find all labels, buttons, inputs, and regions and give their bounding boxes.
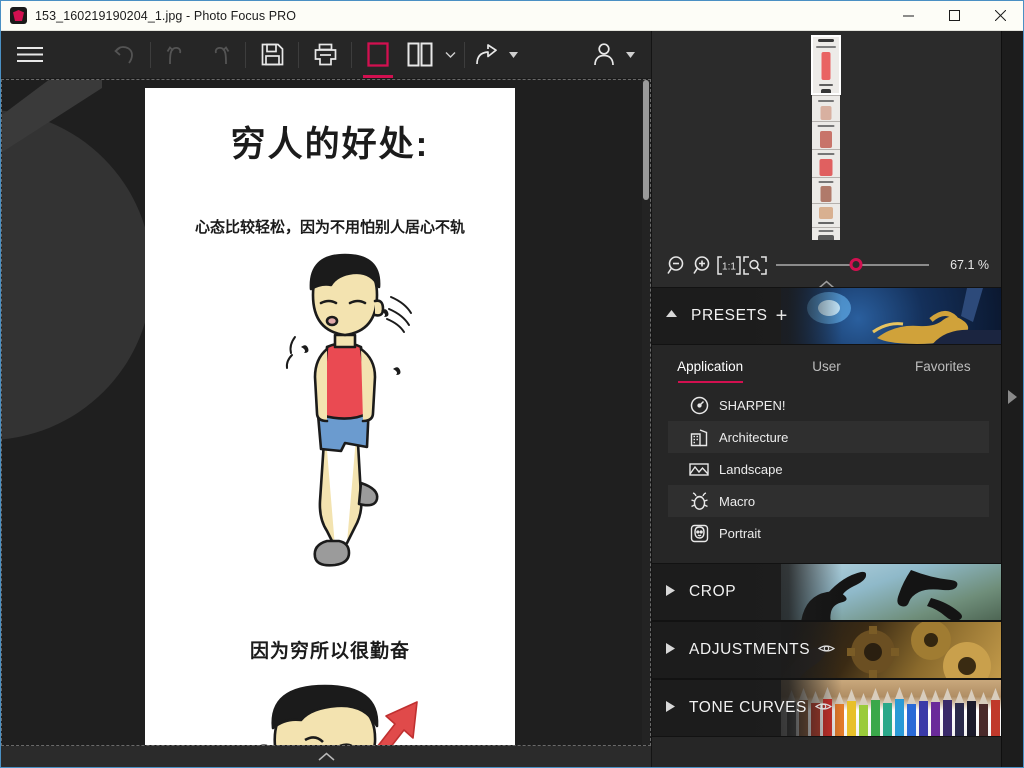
account-caret-icon[interactable] (621, 32, 639, 78)
presets-tabs: Application User Favorites (652, 345, 1001, 387)
zoom-control-bar: 1:1 67.1 % (652, 243, 1001, 289)
image-canvas[interactable]: 穷人的好处: 心态比较轻松，因为不用怕别人居心不轨 因为穷所以很勤奋 (1, 79, 651, 746)
photo-caption-2-text: 因为穷所以很勤奋 (249, 641, 410, 662)
preset-item-macro[interactable]: Macro (668, 485, 989, 517)
tab-user-label: User (812, 358, 841, 374)
title-bar: 153_160219190204_1.jpg - Photo Focus PRO (1, 1, 1023, 31)
zoom-level-value: 67.1 % (950, 258, 989, 272)
photo-illustration-boy (285, 253, 412, 567)
adjustments-section-header[interactable]: ADJUSTMENTS (652, 621, 1001, 679)
gauge-icon (688, 394, 710, 416)
tab-user[interactable]: User (768, 345, 884, 387)
redo-icon[interactable] (198, 32, 240, 78)
view-mode-dropdown[interactable] (441, 32, 459, 78)
tone-curves-section-label: TONE CURVES (689, 699, 807, 716)
eye-icon[interactable] (818, 641, 836, 659)
photo-title-text: 穷人的好处: (230, 125, 430, 164)
revert-icon[interactable] (103, 32, 145, 78)
preset-label: Landscape (719, 461, 783, 477)
tab-favorites-label: Favorites (915, 358, 971, 374)
window-controls (885, 1, 1023, 31)
toolbar-separator (351, 41, 352, 68)
adjustments-expander-icon[interactable] (666, 643, 675, 657)
toolbar-separator (245, 41, 246, 68)
maximize-button[interactable] (931, 1, 977, 31)
preset-label: SHARPEN! (719, 397, 786, 413)
crop-section-header[interactable]: CROP (652, 563, 1001, 621)
navigator-panel[interactable] (652, 31, 1001, 243)
presets-section-label: PRESETS (691, 307, 768, 324)
tab-favorites[interactable]: Favorites (885, 345, 1001, 387)
eye-icon[interactable] (814, 699, 833, 717)
photo-subtitle-text: 心态比较轻松，因为不用怕别人居心不轨 (194, 219, 465, 236)
single-view-icon[interactable] (357, 32, 399, 78)
canvas-backdrop-shape (2, 110, 152, 440)
zoom-slider-handle[interactable] (849, 258, 863, 271)
presets-expander-icon[interactable] (666, 310, 677, 322)
toolbar-separator (298, 41, 299, 68)
share-icon[interactable] (470, 32, 504, 78)
zoom-in-icon[interactable] (690, 252, 716, 278)
app-logo-icon (10, 7, 27, 24)
add-preset-icon[interactable]: + (776, 306, 788, 326)
preset-item-architecture[interactable]: Architecture (668, 421, 989, 453)
preset-label: Portrait (719, 525, 761, 541)
canvas-vertical-scrollbar[interactable] (642, 80, 650, 745)
close-button[interactable] (977, 1, 1023, 31)
scrollbar-thumb[interactable] (643, 80, 649, 200)
hamburger-menu-icon[interactable] (9, 32, 51, 78)
share-caret-icon[interactable] (504, 32, 522, 78)
zoom-out-icon[interactable] (664, 252, 690, 278)
mountains-icon (688, 458, 710, 480)
right-edge-expander[interactable] (1001, 31, 1023, 767)
split-view-icon[interactable] (399, 32, 441, 78)
presets-section-header[interactable]: PRESETS + (652, 287, 1001, 345)
crop-header-veil (652, 564, 842, 620)
preset-label: Architecture (719, 429, 789, 445)
bug-icon (688, 490, 710, 512)
right-panel: 1:1 67.1 % PRESETS + Application User Fa… (651, 31, 1001, 767)
minimize-button[interactable] (885, 1, 931, 31)
zoom-slider[interactable] (776, 258, 929, 271)
crop-section-label: CROP (689, 583, 737, 600)
navigator-viewport-selection[interactable] (811, 35, 841, 95)
tone-curves-expander-icon[interactable] (666, 701, 675, 715)
undo-icon[interactable] (156, 32, 198, 78)
adjustments-section-label: ADJUSTMENTS (689, 641, 811, 658)
toolbar-separator (464, 41, 465, 68)
canvas-bottom-bar (1, 746, 651, 767)
tone-curves-section-header[interactable]: TONE CURVES (652, 679, 1001, 737)
preset-label: Macro (719, 493, 756, 509)
building-icon (688, 426, 710, 448)
photo-illustration-boy-2 (260, 684, 418, 745)
preset-item-sharpen[interactable]: SHARPEN! (668, 389, 989, 421)
chevron-up-icon[interactable] (318, 748, 335, 766)
preset-item-landscape[interactable]: Landscape (668, 453, 989, 485)
preset-item-portrait[interactable]: Portrait (668, 517, 989, 549)
fit-to-screen-icon[interactable] (742, 252, 768, 278)
save-icon[interactable] (251, 32, 293, 78)
preset-list: SHARPEN! Architecture Landscape Macro Po… (652, 387, 1001, 549)
user-account-icon[interactable] (587, 32, 621, 78)
face-icon (688, 522, 710, 544)
toolbar-separator (150, 41, 151, 68)
tab-application[interactable]: Application (652, 345, 768, 387)
application-window: 153_160219190204_1.jpg - Photo Focus PRO (0, 0, 1024, 768)
crop-expander-icon[interactable] (666, 585, 675, 599)
zoom-actual-size-icon[interactable]: 1:1 (716, 252, 742, 278)
main-toolbar (1, 31, 651, 79)
print-icon[interactable] (304, 32, 346, 78)
window-title: 153_160219190204_1.jpg - Photo Focus PRO (35, 8, 297, 23)
chevron-right-icon[interactable] (1008, 389, 1017, 409)
tab-application-label: Application (677, 358, 744, 374)
svg-text:1:1: 1:1 (722, 261, 736, 272)
photo-document: 穷人的好处: 心态比较轻松，因为不用怕别人居心不轨 因为穷所以很勤奋 (145, 88, 515, 745)
